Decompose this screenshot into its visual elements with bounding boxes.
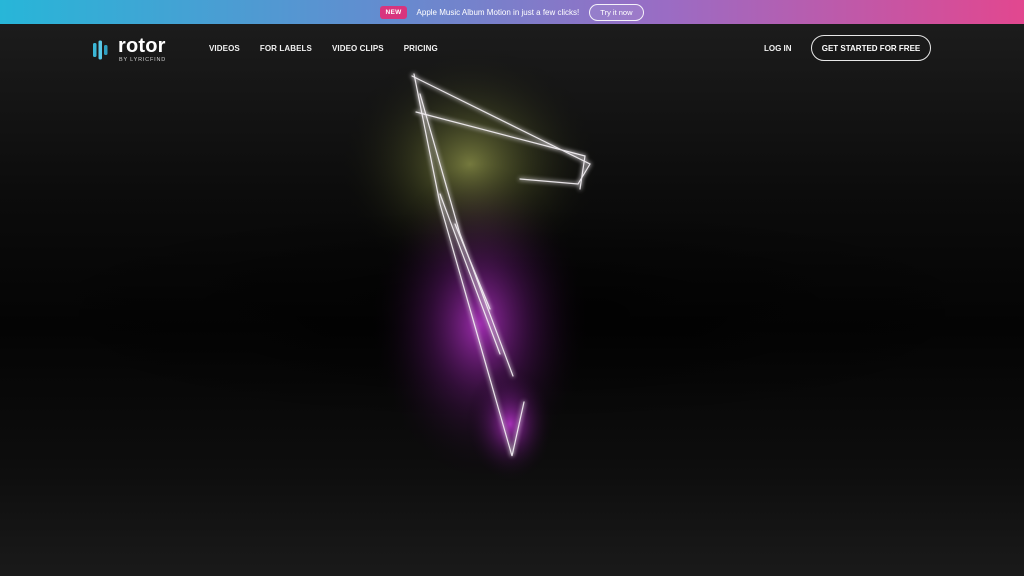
announcement-text: Apple Music Album Motion in just a few c… <box>416 7 580 17</box>
hero-visual <box>0 24 1024 576</box>
nav-links: VIDEOS FOR LABELS VIDEO CLIPS PRICING <box>209 44 438 53</box>
login-link[interactable]: LOG IN <box>764 44 792 53</box>
brand-name: rotor <box>118 35 166 57</box>
rotor-bars-icon <box>93 40 108 60</box>
page: NEW Apple Music Album Motion in just a f… <box>0 0 1024 576</box>
nav-link-video-clips[interactable]: VIDEO CLIPS <box>332 44 384 53</box>
announcement-bar: NEW Apple Music Album Motion in just a f… <box>0 0 1024 24</box>
brand-tagline: BY LYRICFIND <box>119 57 166 63</box>
nav-link-videos[interactable]: VIDEOS <box>209 44 240 53</box>
get-started-button[interactable]: GET STARTED FOR FREE <box>811 35 931 61</box>
rotor-logo[interactable]: rotor BY LYRICFIND <box>92 36 166 64</box>
main-navigation: rotor BY LYRICFIND VIDEOS FOR LABELS VID… <box>0 24 1024 74</box>
neon-lines-graphic <box>0 44 1024 484</box>
nav-link-for-labels[interactable]: FOR LABELS <box>260 44 312 53</box>
try-it-now-button[interactable]: Try it now <box>589 3 644 21</box>
new-badge: NEW <box>380 5 407 19</box>
nav-link-pricing[interactable]: PRICING <box>404 44 438 53</box>
logo-wordmark: rotor BY LYRICFIND <box>118 36 166 64</box>
